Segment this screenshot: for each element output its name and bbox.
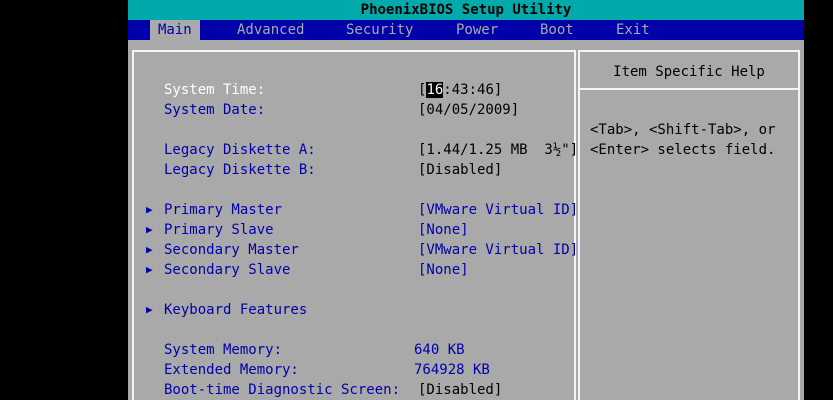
secondary-master-value: [VMware Virtual ID]: [418, 242, 579, 258]
tab-exit[interactable]: Exit: [608, 20, 658, 40]
primary-master-value: [VMware Virtual ID]: [418, 202, 579, 218]
diskette-a-value[interactable]: [1.44/1.25 MB 3½"]: [418, 140, 578, 160]
secondary-master-label: Secondary Master: [164, 242, 299, 258]
system-date-value[interactable]: [04/05/2009]: [418, 100, 519, 120]
help-text-line: <Enter> selects field.: [590, 142, 776, 158]
help-panel: Item Specific Help <Tab>, <Shift-Tab>, o…: [578, 50, 800, 400]
field-diskette-b[interactable]: Legacy Diskette B: [Disabled]: [134, 160, 574, 180]
tab-boot[interactable]: Boot: [532, 20, 582, 40]
right-triangle-icon: ▶: [146, 223, 153, 236]
diskette-b-value[interactable]: [Disabled]: [418, 160, 502, 180]
field-boot-diagnostic[interactable]: Boot-time Diagnostic Screen: [Disabled]: [134, 380, 574, 400]
submenu-secondary-slave[interactable]: ▶ Secondary Slave [None]: [134, 260, 574, 280]
info-system-memory: System Memory: 640 KB: [134, 340, 574, 360]
tab-advanced[interactable]: Advanced: [229, 20, 312, 40]
system-date-label: System Date:: [164, 102, 266, 118]
field-system-date[interactable]: System Date: [04/05/2009]: [134, 100, 574, 120]
boot-diagnostic-label: Boot-time Diagnostic Screen:: [164, 382, 401, 398]
secondary-slave-value: [None]: [418, 262, 469, 278]
main-panel: System Time: [16:43:46] System Date: [04…: [132, 50, 578, 400]
secondary-slave-label: Secondary Slave: [164, 262, 291, 278]
submenu-secondary-master[interactable]: ▶ Secondary Master [VMware Virtual ID]: [134, 240, 578, 260]
submenu-keyboard-features[interactable]: ▶ Keyboard Features: [134, 300, 574, 320]
field-system-time[interactable]: System Time: [16:43:46]: [134, 80, 574, 100]
system-time-value[interactable]: [16:43:46]: [418, 80, 502, 100]
system-memory-value: 640 KB: [414, 342, 465, 358]
boot-diagnostic-value[interactable]: [Disabled]: [418, 380, 502, 400]
right-triangle-icon: ▶: [146, 303, 153, 316]
system-time-label: System Time:: [164, 82, 266, 98]
primary-master-label: Primary Master: [164, 202, 283, 218]
keyboard-features-label: Keyboard Features: [164, 302, 308, 318]
tab-main[interactable]: Main: [150, 20, 200, 40]
right-triangle-icon: ▶: [146, 243, 153, 256]
bios-screen: PhoenixBIOS Setup Utility Main Advanced …: [128, 0, 804, 400]
edit-cursor: 16: [426, 82, 444, 98]
diskette-b-label: Legacy Diskette B:: [164, 162, 316, 178]
primary-slave-value: [None]: [418, 222, 469, 238]
tab-power[interactable]: Power: [448, 20, 506, 40]
right-triangle-icon: ▶: [146, 203, 153, 216]
help-title: Item Specific Help: [580, 52, 798, 90]
system-memory-label: System Memory:: [164, 342, 283, 358]
field-diskette-a[interactable]: Legacy Diskette A: [1.44/1.25 MB 3½"]: [134, 140, 578, 160]
submenu-primary-master[interactable]: ▶ Primary Master [VMware Virtual ID]: [134, 200, 578, 220]
info-extended-memory: Extended Memory: 764928 KB: [134, 360, 574, 380]
tab-security[interactable]: Security: [338, 20, 421, 40]
diskette-a-label: Legacy Diskette A:: [164, 142, 316, 158]
extended-memory-value: 764928 KB: [414, 362, 490, 378]
menu-bar: Main Advanced Security Power Boot Exit: [128, 20, 804, 40]
help-text-line: <Tab>, <Shift-Tab>, or: [590, 122, 776, 138]
primary-slave-label: Primary Slave: [164, 222, 274, 238]
right-triangle-icon: ▶: [146, 263, 153, 276]
extended-memory-label: Extended Memory:: [164, 362, 299, 378]
title-bar: PhoenixBIOS Setup Utility: [128, 0, 804, 20]
submenu-primary-slave[interactable]: ▶ Primary Slave [None]: [134, 220, 574, 240]
